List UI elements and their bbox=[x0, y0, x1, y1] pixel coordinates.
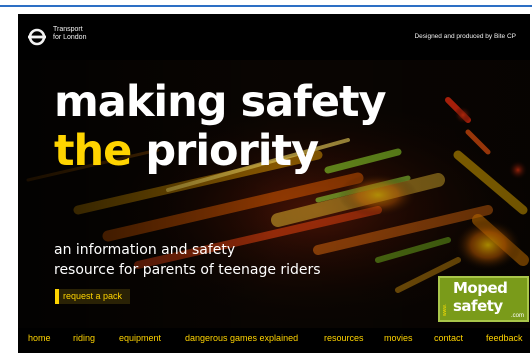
logo-www-text: www. bbox=[442, 304, 448, 316]
tfl-logo-line1: Transport bbox=[53, 26, 83, 33]
tfl-logo-text[interactable]: Transport for London bbox=[53, 26, 113, 42]
site-frame: Transport for London Designed and produc… bbox=[18, 14, 530, 353]
moped-safety-logo[interactable]: www. Moped safety .com bbox=[438, 276, 529, 322]
designer-credit: Designed and produced by Bite CP bbox=[414, 33, 516, 40]
logo-word-safety: safety bbox=[453, 297, 503, 315]
hero-headline: making safety the priority bbox=[54, 77, 387, 176]
logo-tld: .com bbox=[510, 313, 524, 319]
nav-riding[interactable]: riding bbox=[73, 333, 95, 343]
nav-feedback[interactable]: feedback bbox=[486, 333, 523, 343]
top-accent-strip bbox=[0, 0, 532, 9]
nav-equipment[interactable]: equipment bbox=[119, 333, 161, 343]
hero-banner: making safety the priority an informatio… bbox=[18, 60, 530, 328]
subtitle-line1: an information and safety bbox=[54, 242, 236, 258]
nav-home[interactable]: home bbox=[28, 333, 51, 343]
headline-line1: making safety bbox=[54, 77, 387, 127]
main-nav: home riding equipment dangerous games ex… bbox=[18, 328, 530, 353]
tfl-roundel-icon bbox=[28, 28, 46, 46]
headline-rest: priority bbox=[145, 126, 319, 176]
subtitle-line2: resource for parents of teenage riders bbox=[54, 262, 321, 278]
hero-subtitle: an information and safety resource for p… bbox=[54, 240, 321, 280]
nav-resources[interactable]: resources bbox=[324, 333, 364, 343]
headline-line2: the priority bbox=[54, 127, 386, 176]
logo-word-moped: Moped bbox=[453, 279, 508, 297]
header: Transport for London Designed and produc… bbox=[18, 14, 530, 60]
nav-dangerous-games-explained[interactable]: dangerous games explained bbox=[185, 333, 298, 343]
headline-highlight: the bbox=[54, 126, 132, 176]
nav-movies[interactable]: movies bbox=[384, 333, 413, 343]
tfl-logo-line2: for London bbox=[53, 34, 87, 41]
nav-contact[interactable]: contact bbox=[434, 333, 463, 343]
request-pack-button[interactable]: request a pack bbox=[55, 289, 131, 304]
